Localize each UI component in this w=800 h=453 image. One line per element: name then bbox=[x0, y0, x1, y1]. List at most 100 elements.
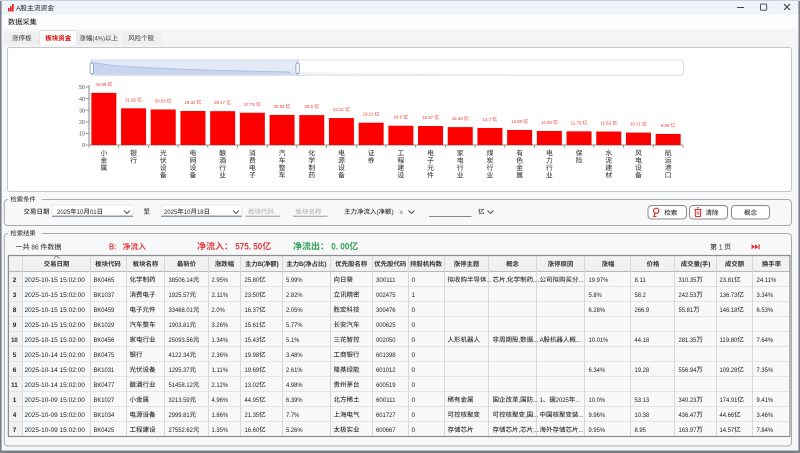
svg-text:4: 4 bbox=[13, 412, 17, 419]
svg-text:BK0456: BK0456 bbox=[94, 337, 115, 344]
svg-text:24.11%: 24.11% bbox=[757, 277, 777, 284]
svg-text:,: , bbox=[525, 412, 527, 419]
svg-text:556.94: 556.94 bbox=[679, 367, 697, 374]
svg-text:340.23: 340.23 bbox=[679, 397, 697, 404]
svg-text:23.22: 23.22 bbox=[333, 107, 344, 113]
svg-text:0: 0 bbox=[412, 427, 416, 434]
svg-text:0: 0 bbox=[412, 277, 416, 284]
svg-text:6: 6 bbox=[13, 367, 17, 374]
svg-text:40: 40 bbox=[79, 97, 85, 103]
svg-text:300476: 300476 bbox=[376, 307, 396, 314]
svg-text:601727: 601727 bbox=[376, 412, 396, 419]
svg-text:9.41%: 9.41% bbox=[757, 397, 774, 404]
svg-text:3.46%: 3.46% bbox=[757, 412, 774, 419]
svg-text:): ) bbox=[277, 261, 279, 268]
svg-text:2.61%: 2.61% bbox=[286, 367, 303, 374]
svg-text:5.77%: 5.77% bbox=[286, 322, 303, 329]
svg-text:8: 8 bbox=[13, 307, 17, 314]
svg-text:,: , bbox=[519, 397, 521, 404]
svg-text:9.95%: 9.95% bbox=[589, 427, 606, 434]
svg-text:...: ... bbox=[533, 397, 538, 404]
svg-text:1: 1 bbox=[540, 397, 544, 404]
svg-text:10.38: 10.38 bbox=[635, 412, 650, 419]
svg-text:2.95%: 2.95% bbox=[212, 277, 229, 284]
svg-text:2.36%: 2.36% bbox=[212, 352, 229, 359]
svg-text:31.65: 31.65 bbox=[125, 97, 136, 103]
svg-text:12.98: 12.98 bbox=[511, 119, 522, 125]
svg-text:10: 10 bbox=[79, 132, 85, 138]
svg-text:): ) bbox=[324, 261, 326, 268]
svg-text:2999.81: 2999.81 bbox=[169, 412, 190, 419]
svg-text:33468.01: 33468.01 bbox=[169, 307, 194, 314]
svg-text:11: 11 bbox=[11, 382, 18, 389]
svg-text:16.6: 16.6 bbox=[394, 115, 403, 121]
svg-text:25.8: 25.8 bbox=[305, 104, 314, 110]
svg-text:136.73: 136.73 bbox=[720, 292, 738, 299]
svg-text:(4%): (4%) bbox=[92, 35, 105, 42]
svg-text:16.37: 16.37 bbox=[422, 115, 433, 121]
svg-text:2025: 2025 bbox=[57, 209, 71, 216]
svg-text:2025-10-09 15:02:00: 2025-10-09 15:02:00 bbox=[25, 427, 86, 434]
svg-text:3.26%: 3.26% bbox=[212, 322, 229, 329]
svg-text:BK1034: BK1034 bbox=[94, 412, 115, 419]
svg-text:19.21: 19.21 bbox=[363, 112, 374, 118]
svg-text:12.08: 12.08 bbox=[541, 120, 552, 126]
svg-text:0: 0 bbox=[412, 337, 416, 344]
svg-text:3: 3 bbox=[13, 292, 17, 299]
svg-text:15.43: 15.43 bbox=[452, 116, 463, 122]
svg-text:15.61: 15.61 bbox=[245, 322, 260, 329]
svg-text:2025: 2025 bbox=[556, 397, 569, 404]
svg-text:8.95: 8.95 bbox=[635, 427, 647, 434]
svg-text:7: 7 bbox=[13, 427, 17, 434]
svg-text:5.8%: 5.8% bbox=[589, 292, 603, 299]
svg-text:163.97: 163.97 bbox=[679, 427, 697, 434]
svg-text:): ) bbox=[708, 261, 710, 268]
svg-text:174.91: 174.91 bbox=[720, 397, 738, 404]
svg-text:1925.57: 1925.57 bbox=[169, 292, 190, 299]
svg-text:23.50: 23.50 bbox=[245, 292, 260, 299]
svg-text:2.05%: 2.05% bbox=[286, 307, 303, 314]
svg-text:8.11: 8.11 bbox=[635, 277, 647, 284]
svg-text:19.28: 19.28 bbox=[635, 367, 650, 374]
svg-text:,: , bbox=[519, 337, 521, 344]
svg-text:2.11%: 2.11% bbox=[212, 292, 229, 299]
svg-text:600111: 600111 bbox=[376, 397, 396, 404]
svg-text:27552.62: 27552.62 bbox=[169, 427, 194, 434]
svg-text:B(: B( bbox=[299, 261, 306, 268]
svg-text:BK0459: BK0459 bbox=[94, 307, 115, 314]
svg-text:4122.34: 4122.34 bbox=[169, 352, 190, 359]
svg-text:11.62: 11.62 bbox=[600, 121, 611, 127]
svg-text:A: A bbox=[540, 337, 545, 344]
svg-text:0: 0 bbox=[412, 367, 416, 374]
svg-text:30.63: 30.63 bbox=[155, 98, 166, 104]
svg-text:50: 50 bbox=[79, 85, 85, 91]
svg-text:2025-10-15 15:02:00: 2025-10-15 15:02:00 bbox=[25, 307, 86, 314]
svg-text:5.99%: 5.99% bbox=[286, 277, 303, 284]
svg-text:1903.81: 1903.81 bbox=[169, 322, 190, 329]
svg-text:600667: 600667 bbox=[376, 427, 396, 434]
svg-text:30: 30 bbox=[79, 108, 85, 114]
svg-text:16.37: 16.37 bbox=[245, 307, 260, 314]
svg-text:...: ... bbox=[579, 427, 584, 434]
svg-text:6.53%: 6.53% bbox=[757, 307, 774, 314]
svg-text:19.98: 19.98 bbox=[245, 352, 260, 359]
svg-text:601012: 601012 bbox=[376, 367, 396, 374]
svg-text:BK0465: BK0465 bbox=[94, 277, 115, 284]
svg-text:23.81: 23.81 bbox=[720, 277, 735, 284]
svg-text:5.26%: 5.26% bbox=[286, 427, 303, 434]
svg-text:7.35%: 7.35% bbox=[757, 367, 774, 374]
svg-text:1.34%: 1.34% bbox=[212, 337, 229, 344]
svg-text:300111: 300111 bbox=[376, 277, 396, 284]
svg-text:601398: 601398 bbox=[376, 352, 396, 359]
svg-text:1.11%: 1.11% bbox=[212, 367, 229, 374]
svg-text:29.17: 29.17 bbox=[214, 100, 225, 106]
svg-text:0: 0 bbox=[412, 307, 416, 314]
svg-text:,...: ,... bbox=[533, 277, 540, 284]
svg-text:575. 50: 575. 50 bbox=[235, 241, 262, 251]
svg-text:18: 18 bbox=[197, 209, 204, 216]
svg-text:10.01%: 10.01% bbox=[589, 337, 609, 344]
svg-text:55.81: 55.81 bbox=[679, 307, 694, 314]
svg-text:7.7%: 7.7% bbox=[286, 412, 300, 419]
svg-text:2025-10-09 15:02:00: 2025-10-09 15:02:00 bbox=[25, 412, 86, 419]
svg-text:86: 86 bbox=[31, 244, 38, 251]
